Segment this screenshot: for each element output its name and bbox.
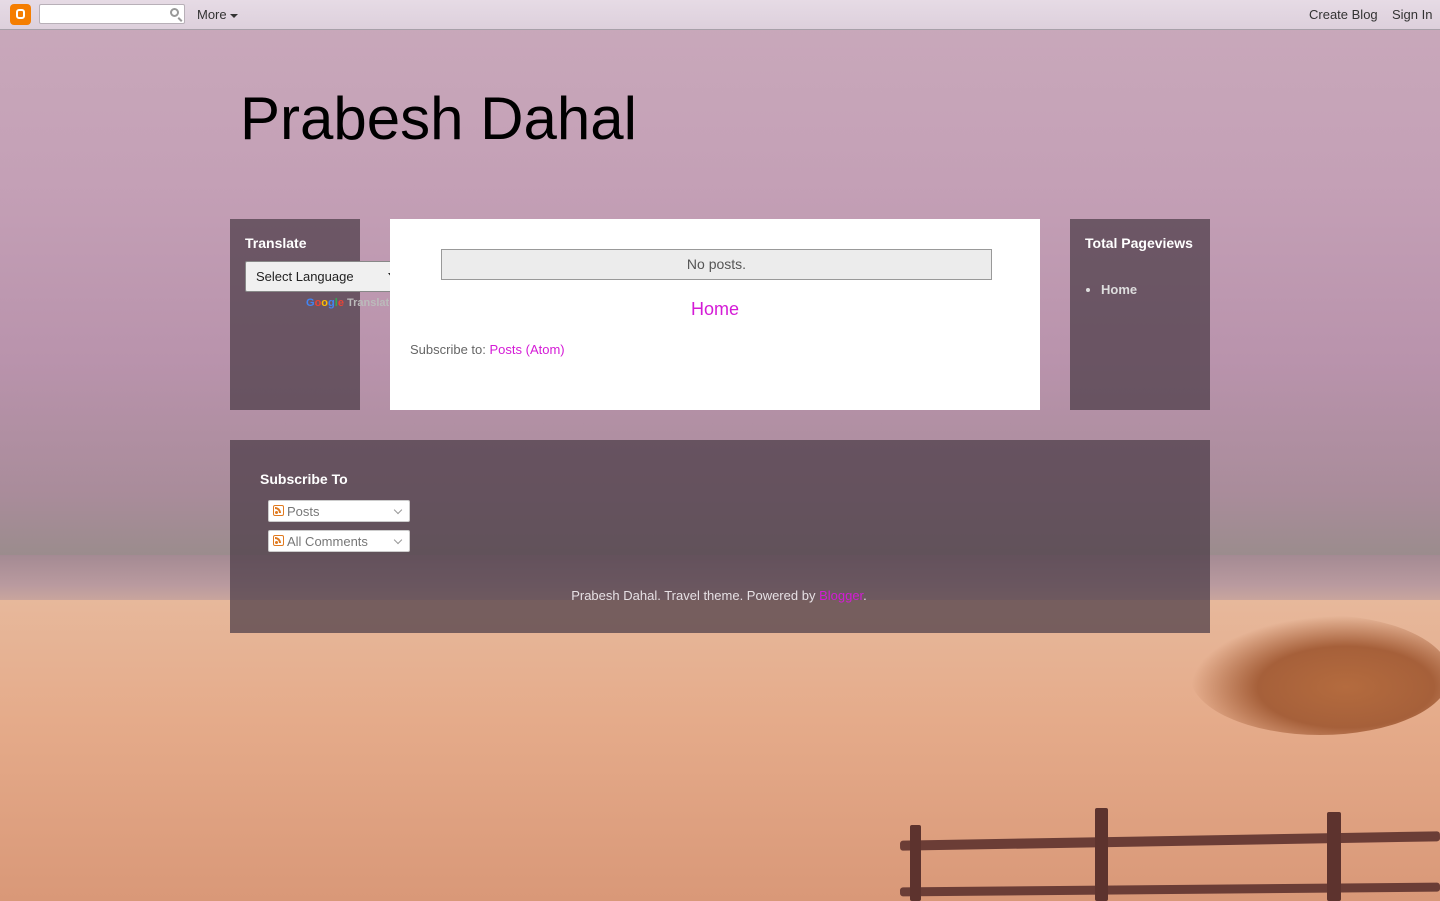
attribution-end: . (863, 588, 867, 603)
powered-by-google-translate[interactable]: Google Translate (306, 297, 395, 309)
translate-label: Translate (347, 297, 396, 309)
background-dune (1190, 615, 1440, 735)
fence-post (1095, 808, 1108, 901)
language-select[interactable]: Select Language (245, 261, 403, 292)
pages-list: Home (1085, 282, 1137, 297)
subscribe-prefix: Subscribe to: (410, 342, 486, 357)
fence-post (910, 825, 921, 901)
subscribe-to-title: Subscribe To (260, 471, 348, 487)
subscribe-line: Subscribe to: Posts (Atom) (410, 342, 565, 357)
subscribe-comments-dropdown[interactable]: All Comments (268, 530, 410, 552)
blogger-navbar: More Create Blog Sign In (0, 0, 1440, 30)
posts-atom-link[interactable]: Posts (Atom) (490, 342, 565, 357)
footer-attribution: Prabesh Dahal. Travel theme. Powered by … (0, 588, 1439, 603)
pages-home-link[interactable]: Home (1101, 282, 1137, 297)
caret-down-icon (229, 13, 238, 18)
google-logo: Google (306, 297, 344, 309)
no-posts-message: No posts. (441, 249, 992, 280)
pageviews-widget-title: Total Pageviews (1085, 235, 1193, 251)
subscribe-posts-label: Posts (287, 504, 320, 519)
chevron-down-icon (393, 535, 403, 545)
translate-widget-title: Translate (245, 235, 307, 251)
search-icon[interactable] (170, 8, 179, 17)
blog-title[interactable]: Prabesh Dahal (240, 84, 637, 153)
fence-post (1327, 812, 1341, 901)
subscribe-comments-label: All Comments (287, 534, 368, 549)
rss-icon (273, 505, 284, 516)
list-item[interactable]: Home (1101, 282, 1137, 297)
create-blog-link[interactable]: Create Blog (1309, 7, 1378, 22)
language-select-label: Select Language (256, 269, 354, 284)
search-input[interactable] (39, 4, 185, 24)
rss-icon (273, 535, 284, 546)
sign-in-link[interactable]: Sign In (1392, 7, 1432, 22)
blogger-link[interactable]: Blogger (819, 588, 863, 603)
more-menu-button[interactable]: More (197, 7, 238, 22)
attribution-text: Prabesh Dahal. Travel theme. Powered by (571, 588, 816, 603)
home-link[interactable]: Home (691, 299, 739, 320)
blogger-logo-icon[interactable] (10, 4, 31, 25)
more-label: More (197, 7, 227, 22)
chevron-down-icon (393, 505, 403, 515)
subscribe-posts-dropdown[interactable]: Posts (268, 500, 410, 522)
